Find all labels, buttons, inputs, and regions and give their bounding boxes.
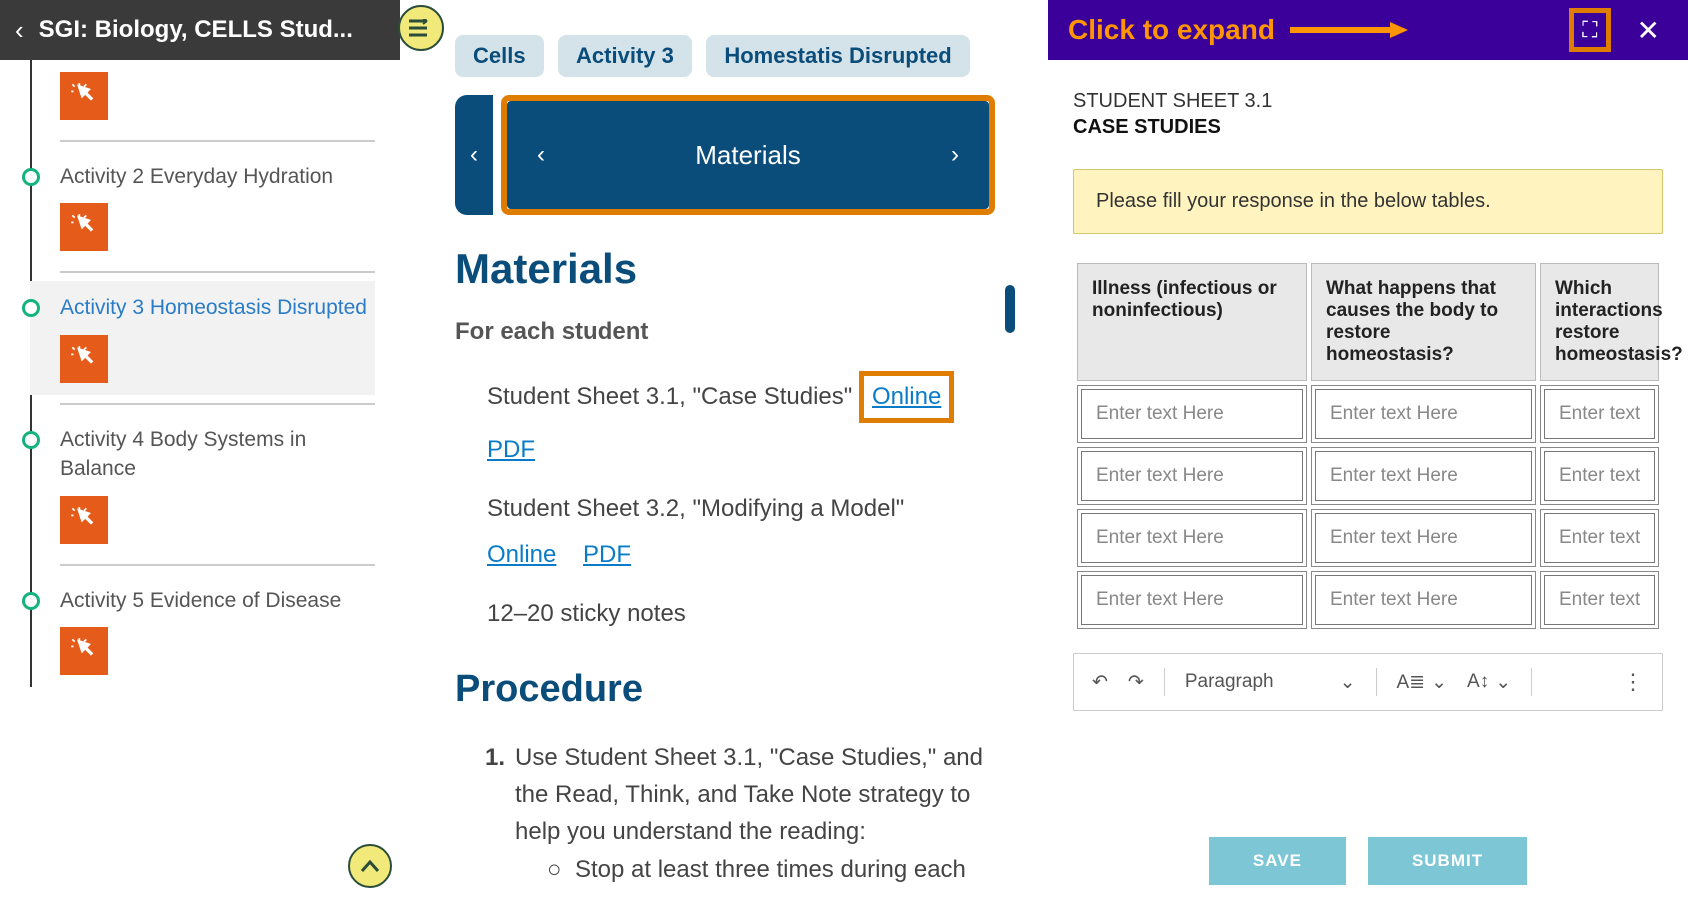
- sidebar-item-activity-2[interactable]: Activity 2 Everyday Hydration: [30, 150, 375, 263]
- procedure-heading: Procedure: [455, 668, 995, 711]
- fullscreen-icon: ⛶: [1582, 17, 1597, 43]
- sheet-subtitle: STUDENT SHEET 3.1: [1073, 90, 1663, 113]
- sidebar-item-activity-3[interactable]: Activity 3 Homeostasis Disrupted: [30, 281, 375, 394]
- undo-button[interactable]: ↶: [1092, 671, 1108, 694]
- scroll-top-button[interactable]: [348, 844, 392, 888]
- table-header-2: What happens that causes the body to res…: [1311, 263, 1536, 381]
- breadcrumb-topic[interactable]: Homestatis Disrupted: [706, 35, 969, 77]
- close-icon[interactable]: ✕: [1629, 14, 1668, 47]
- section-nav: ‹ ‹ Materials ›: [455, 95, 995, 215]
- sidebar-item-activity-5[interactable]: Activity 5 Evidence of Disease: [30, 574, 375, 687]
- save-button[interactable]: SAVE: [1209, 837, 1346, 885]
- nav-next-chevron-icon[interactable]: ›: [951, 141, 959, 169]
- case-studies-table: Illness (infectious or noninfectious) Wh…: [1073, 259, 1663, 633]
- cell-input[interactable]: [1315, 513, 1532, 563]
- editor-toolbar: ↶ ↷ Paragraph ⌄ A≣ ⌄ A↕ ⌄ ⋮: [1073, 653, 1663, 711]
- scroll-indicator[interactable]: [1005, 285, 1015, 333]
- cell-input[interactable]: [1081, 513, 1303, 563]
- table-row: [1077, 509, 1659, 567]
- expand-hint: Click to expand: [1068, 14, 1410, 46]
- click-icon: [60, 203, 108, 251]
- material-2-pdf-link[interactable]: PDF: [583, 541, 631, 568]
- paragraph-dropdown[interactable]: Paragraph ⌄: [1185, 671, 1356, 694]
- more-options-icon[interactable]: ⋮: [1622, 669, 1644, 695]
- divider: [60, 564, 375, 566]
- chevron-down-icon: ⌄: [1431, 671, 1447, 694]
- timeline-node-icon: [22, 299, 40, 317]
- menu-toggle-button[interactable]: [398, 5, 444, 51]
- student-sheet-panel: Click to expand ⛶ ✕ STUDENT SHEET 3.1 CA…: [1048, 0, 1688, 903]
- breadcrumbs: Cells Activity 3 Homestatis Disrupted: [455, 35, 995, 77]
- redo-button[interactable]: ↷: [1128, 671, 1144, 694]
- topbar: ‹ SGI: Biology, CELLS Stud...: [0, 0, 400, 60]
- timeline-node-icon: [22, 168, 40, 186]
- material-1-online-link[interactable]: Online: [872, 383, 941, 410]
- text-size-dropdown[interactable]: A↕ ⌄: [1467, 671, 1511, 694]
- click-icon: [60, 627, 108, 675]
- divider: [60, 403, 375, 405]
- instruction-banner: Please fill your response in the below t…: [1073, 169, 1663, 234]
- text-align-dropdown[interactable]: A≣ ⌄: [1397, 671, 1448, 694]
- cell-input[interactable]: [1544, 451, 1655, 501]
- click-icon: [60, 72, 108, 120]
- material-2-text: Student Sheet 3.2, "Modifying a Model": [487, 495, 904, 522]
- divider: [60, 271, 375, 273]
- cell-input[interactable]: [1544, 389, 1655, 439]
- procedure-step-1: 1. Use Student Sheet 3.1, "Case Studies,…: [455, 739, 995, 851]
- materials-heading: Materials: [455, 245, 995, 293]
- cell-input[interactable]: [1081, 451, 1303, 501]
- material-1-pdf-link[interactable]: PDF: [487, 436, 535, 463]
- chevron-down-icon: ⌄: [1340, 671, 1356, 694]
- action-buttons: SAVE SUBMIT: [1048, 819, 1688, 903]
- main-content: Cells Activity 3 Homestatis Disrupted ‹ …: [425, 0, 1025, 903]
- sidebar-item-activity-4[interactable]: Activity 4 Body Systems in Balance: [30, 413, 375, 556]
- table-header-3: Which interactions restore homeostasis?: [1540, 263, 1659, 381]
- cell-input[interactable]: [1544, 575, 1655, 625]
- nav-pill-label: Materials: [695, 140, 800, 171]
- click-icon: [60, 496, 108, 544]
- activity-title: Activity 4 Body Systems in Balance: [60, 425, 375, 484]
- expand-button[interactable]: ⛶: [1569, 8, 1610, 52]
- back-chevron-icon[interactable]: ‹: [15, 15, 24, 46]
- sidebar-item[interactable]: [30, 60, 375, 132]
- material-2-online-link[interactable]: Online: [487, 541, 556, 568]
- procedure-substep: Stop at least three times during each: [455, 851, 995, 888]
- cell-input[interactable]: [1081, 575, 1303, 625]
- chevron-down-icon: ⌄: [1495, 671, 1511, 694]
- nav-prev-stub[interactable]: ‹: [455, 95, 493, 215]
- breadcrumb-cells[interactable]: Cells: [455, 35, 544, 77]
- page-title: SGI: Biology, CELLS Stud...: [39, 16, 353, 44]
- cell-input[interactable]: [1544, 513, 1655, 563]
- cell-input[interactable]: [1081, 389, 1303, 439]
- table-row: [1077, 447, 1659, 505]
- divider: [60, 140, 375, 142]
- panel-header: Click to expand ⛶ ✕: [1048, 0, 1688, 60]
- cell-input[interactable]: [1315, 451, 1532, 501]
- table-row: [1077, 571, 1659, 629]
- sheet-title: CASE STUDIES: [1073, 116, 1663, 139]
- sidebar[interactable]: Activity 2 Everyday Hydration Activity 3…: [0, 60, 400, 903]
- nav-prev-chevron-icon[interactable]: ‹: [537, 141, 545, 169]
- click-icon: [60, 335, 108, 383]
- table-row: [1077, 385, 1659, 443]
- material-3-text: 12–20 sticky notes: [487, 595, 995, 633]
- material-1-text: Student Sheet 3.1, "Case Studies": [487, 383, 852, 410]
- activity-title: Activity 2 Everyday Hydration: [60, 162, 375, 191]
- breadcrumb-activity[interactable]: Activity 3: [558, 35, 692, 77]
- submit-button[interactable]: SUBMIT: [1368, 837, 1527, 885]
- cell-input[interactable]: [1315, 575, 1532, 625]
- materials-subhead: For each student: [455, 318, 995, 346]
- activity-title: Activity 5 Evidence of Disease: [60, 586, 375, 615]
- table-header-1: Illness (infectious or noninfectious): [1077, 263, 1307, 381]
- cell-input[interactable]: [1315, 389, 1532, 439]
- timeline-node-icon: [22, 592, 40, 610]
- timeline-node-icon: [22, 431, 40, 449]
- activity-title: Activity 3 Homeostasis Disrupted: [60, 293, 375, 322]
